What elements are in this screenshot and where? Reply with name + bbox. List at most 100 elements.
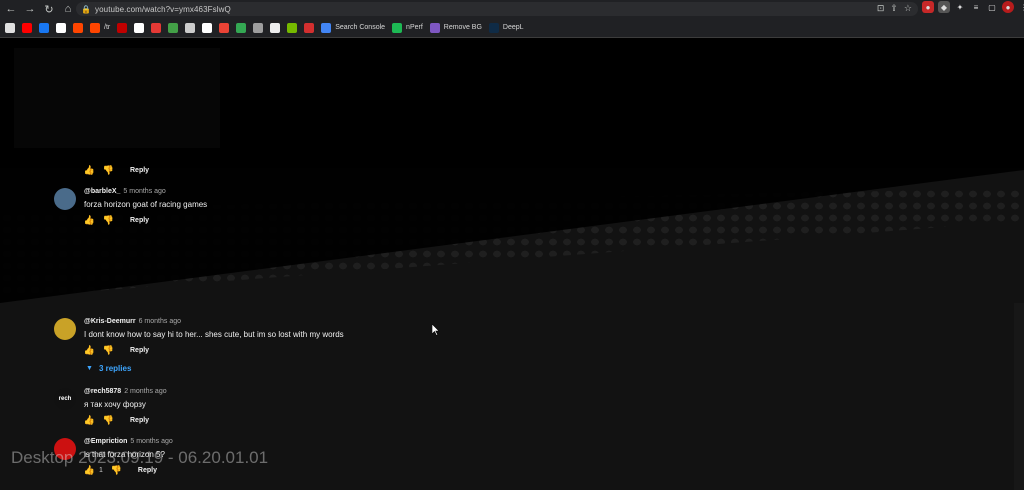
extension-grey-icon[interactable]: ◆ bbox=[938, 1, 950, 13]
thumbs-down-icon[interactable]: 👎 bbox=[103, 345, 114, 356]
bookmark-favicon-icon bbox=[270, 22, 281, 33]
comment-author[interactable]: @rech5878 bbox=[84, 388, 121, 395]
video-thumbnail-area bbox=[14, 48, 220, 148]
bookmark-item[interactable] bbox=[270, 22, 281, 33]
address-bar[interactable]: 🔒 youtube.com/watch?v=ymx463FslwQ ⊡ ⇪ ☆ bbox=[76, 2, 918, 16]
bookmark-item[interactable]: DeepL bbox=[488, 22, 524, 33]
install-icon[interactable]: ⊡ bbox=[877, 3, 885, 14]
star-icon[interactable]: ☆ bbox=[904, 3, 912, 14]
bookmark-favicon-icon bbox=[5, 22, 15, 33]
menu-kebab-icon[interactable]: ⋮ bbox=[1018, 1, 1024, 13]
bookmark-item[interactable] bbox=[236, 22, 247, 33]
bookmark-label: Search Console bbox=[335, 24, 386, 31]
profile-avatar[interactable]: ● bbox=[1002, 1, 1014, 13]
reply-button[interactable]: Reply bbox=[130, 417, 149, 424]
comment-header: @Empriction 5 months ago bbox=[84, 438, 173, 445]
thumbs-down-icon[interactable]: 👎 bbox=[103, 415, 114, 426]
bookmark-item[interactable] bbox=[304, 22, 315, 33]
youtube-page: 👍 👎 Reply @barbleX_ 5 months ago forza ho… bbox=[0, 38, 1024, 490]
home-icon[interactable]: ⌂ bbox=[60, 1, 76, 17]
bookmark-favicon-icon bbox=[321, 22, 332, 33]
bookmark-item[interactable] bbox=[56, 22, 66, 33]
comment-time[interactable]: 5 months ago bbox=[123, 188, 165, 195]
comment-header: @rech5878 2 months ago bbox=[84, 388, 167, 395]
reply-button[interactable]: Reply bbox=[130, 167, 149, 174]
view-replies-button[interactable]: ▼ 3 replies bbox=[86, 364, 131, 373]
comment-time[interactable]: 2 months ago bbox=[124, 388, 166, 395]
bookmark-favicon-icon bbox=[219, 22, 230, 33]
bookmark-item[interactable]: Remove BG bbox=[429, 22, 482, 33]
back-icon[interactable]: ← bbox=[3, 1, 19, 17]
bookmark-item[interactable] bbox=[39, 22, 49, 33]
bookmark-item[interactable] bbox=[253, 22, 264, 33]
bookmark-item[interactable] bbox=[202, 22, 213, 33]
bookmark-item[interactable] bbox=[73, 22, 83, 33]
bookmark-item[interactable] bbox=[185, 22, 196, 33]
bookmark-item[interactable] bbox=[151, 22, 162, 33]
comment-actions: 👍 👎 Reply bbox=[84, 215, 149, 226]
avatar[interactable] bbox=[54, 318, 76, 340]
bookmark-item[interactable] bbox=[219, 22, 230, 33]
comment-author[interactable]: @Empriction bbox=[84, 438, 127, 445]
comment-time[interactable]: 6 months ago bbox=[139, 318, 181, 325]
bookmark-favicon-icon bbox=[151, 22, 162, 33]
replies-count: 3 replies bbox=[98, 364, 132, 373]
thumbs-up-icon[interactable]: 👍 bbox=[84, 345, 95, 356]
lock-icon: 🔒 bbox=[81, 4, 91, 14]
forward-icon[interactable]: → bbox=[22, 1, 38, 17]
like-count: 1 bbox=[99, 467, 103, 474]
bookmark-item[interactable] bbox=[168, 22, 179, 33]
comment-text: forza horizon goat of racing games bbox=[84, 200, 208, 209]
thumbs-up-icon[interactable]: 👍 bbox=[84, 165, 95, 176]
mouse-cursor-icon bbox=[432, 324, 440, 336]
bookmark-item[interactable]: nPerf bbox=[392, 22, 423, 33]
bookmark-label: /tr bbox=[104, 24, 111, 31]
chevron-down-icon: ▼ bbox=[86, 365, 93, 372]
page-scrollbar[interactable] bbox=[1014, 303, 1024, 490]
extensions-puzzle-icon[interactable]: ✦ bbox=[954, 1, 966, 13]
bookmark-favicon-icon bbox=[392, 22, 403, 33]
comment-author[interactable]: @barbleX_ bbox=[84, 188, 120, 195]
bookmark-item[interactable]: Search Console bbox=[321, 22, 386, 33]
browser-toolbar: ← → ↻ ⌂ 🔒 youtube.com/watch?v=ymx463Fslw… bbox=[0, 0, 1024, 18]
thumbs-down-icon[interactable]: 👎 bbox=[103, 215, 114, 226]
bookmark-item[interactable] bbox=[134, 22, 145, 33]
comment-time[interactable]: 5 months ago bbox=[130, 438, 172, 445]
bookmark-item[interactable] bbox=[5, 22, 15, 33]
reading-list-icon[interactable]: ≡ bbox=[970, 1, 982, 13]
comment-author[interactable]: @Kris-Deemurr bbox=[84, 318, 136, 325]
bookmark-item[interactable] bbox=[117, 22, 128, 33]
bookmark-item[interactable] bbox=[22, 22, 32, 33]
reply-button[interactable]: Reply bbox=[130, 217, 149, 224]
bookmark-favicon-icon bbox=[134, 22, 145, 33]
reload-icon[interactable]: ↻ bbox=[41, 1, 57, 17]
bookmark-label: Remove BG bbox=[443, 24, 482, 31]
reply-button[interactable]: Reply bbox=[130, 347, 149, 354]
comment-text: я так хочу форзу bbox=[84, 400, 146, 409]
bookmark-favicon-icon bbox=[488, 22, 499, 33]
side-panel-icon[interactable]: ▢ bbox=[986, 1, 998, 13]
bookmarks-bar: /tr Search Console nPerf Remove BG DeepL bbox=[0, 18, 1024, 38]
bookmark-label: DeepL bbox=[502, 24, 524, 31]
extension-red-icon[interactable]: ● bbox=[922, 1, 934, 13]
comment-actions: 👍 👎 Reply bbox=[84, 165, 149, 176]
video-overlay bbox=[0, 38, 1024, 168]
thumbs-down-icon[interactable]: 👎 bbox=[103, 165, 114, 176]
comment-actions: 👍 👎 Reply bbox=[84, 345, 149, 356]
bookmark-favicon-icon bbox=[287, 22, 298, 33]
thumbs-up-icon[interactable]: 👍 bbox=[84, 415, 95, 426]
bookmark-favicon-icon bbox=[39, 22, 49, 33]
avatar[interactable]: rech bbox=[54, 388, 76, 410]
recording-watermark: Desktop 2023.09.19 - 06.20.01.01 bbox=[11, 448, 269, 467]
bookmark-favicon-icon bbox=[304, 22, 315, 33]
bookmark-favicon-icon bbox=[202, 22, 213, 33]
share-icon[interactable]: ⇪ bbox=[890, 3, 898, 14]
bookmark-item[interactable] bbox=[287, 22, 298, 33]
bookmark-item[interactable]: /tr bbox=[90, 22, 111, 33]
reply-button[interactable]: Reply bbox=[138, 467, 157, 474]
bookmark-favicon-icon bbox=[22, 22, 32, 33]
bookmark-favicon-icon bbox=[90, 22, 100, 33]
bookmark-favicon-icon bbox=[117, 22, 128, 33]
thumbs-up-icon[interactable]: 👍 bbox=[84, 215, 95, 226]
avatar[interactable] bbox=[54, 188, 76, 210]
